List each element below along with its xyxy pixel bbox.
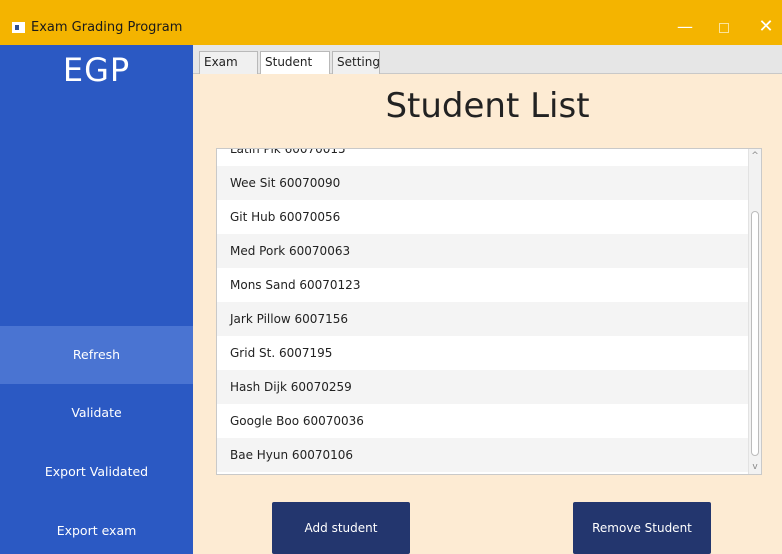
refresh-button[interactable]: Refresh	[0, 326, 193, 384]
list-item[interactable]: Med Pork 60070063	[217, 234, 750, 268]
validate-button[interactable]: Validate	[0, 384, 193, 442]
sidebar: EGP Refresh Validate Export Validated Ex…	[0, 45, 193, 554]
export-validated-button[interactable]: Export Validated	[0, 443, 193, 501]
maximize-button[interactable]	[712, 15, 736, 39]
app-logo: EGP	[62, 51, 131, 89]
remove-student-button[interactable]: Remove Student	[573, 502, 711, 554]
title-bar: Exam Grading Program — ✕	[0, 0, 782, 45]
student-list-panel: Student List Latin Pik 60070015 Wee Sit …	[193, 74, 782, 554]
export-exam-button[interactable]: Export exam	[0, 502, 193, 554]
maximize-icon	[719, 22, 729, 33]
scroll-up-icon[interactable]: ^	[749, 149, 761, 163]
close-button[interactable]: ✕	[754, 15, 778, 39]
tab-student-list[interactable]: Student list	[260, 51, 330, 90]
list-item[interactable]: Hash Dijk 60070259	[217, 370, 750, 404]
tab-bar: Exam list Student list Setting	[193, 45, 782, 90]
page-title: Student List	[385, 86, 590, 126]
list-item[interactable]: Git Hub 60070056	[217, 200, 750, 234]
scroll-down-icon[interactable]: v	[749, 460, 761, 474]
tab-setting[interactable]: Setting	[332, 51, 380, 74]
student-listbox[interactable]: Latin Pik 60070015 Wee Sit 60070090 Git …	[216, 148, 762, 475]
list-item[interactable]: Mons Sand 60070123	[217, 268, 750, 302]
minimize-button[interactable]: —	[673, 15, 697, 39]
list-item[interactable]: Bae Hyun 60070106	[217, 438, 750, 472]
list-item[interactable]: Google Boo 60070036	[217, 404, 750, 438]
vertical-scrollbar[interactable]: ^ v	[748, 149, 761, 474]
window-title: Exam Grading Program	[31, 20, 183, 35]
list-item[interactable]: Grid St. 6007195	[217, 336, 750, 370]
app-icon	[12, 22, 25, 33]
list-item[interactable]: Jark Pillow 6007156	[217, 302, 750, 336]
list-item[interactable]: Latin Pik 60070015	[217, 149, 750, 166]
tab-exam-list[interactable]: Exam list	[199, 51, 258, 90]
list-item[interactable]: Wee Sit 60070090	[217, 166, 750, 200]
scrollbar-thumb[interactable]	[751, 211, 759, 456]
add-student-button[interactable]: Add student	[272, 502, 410, 554]
